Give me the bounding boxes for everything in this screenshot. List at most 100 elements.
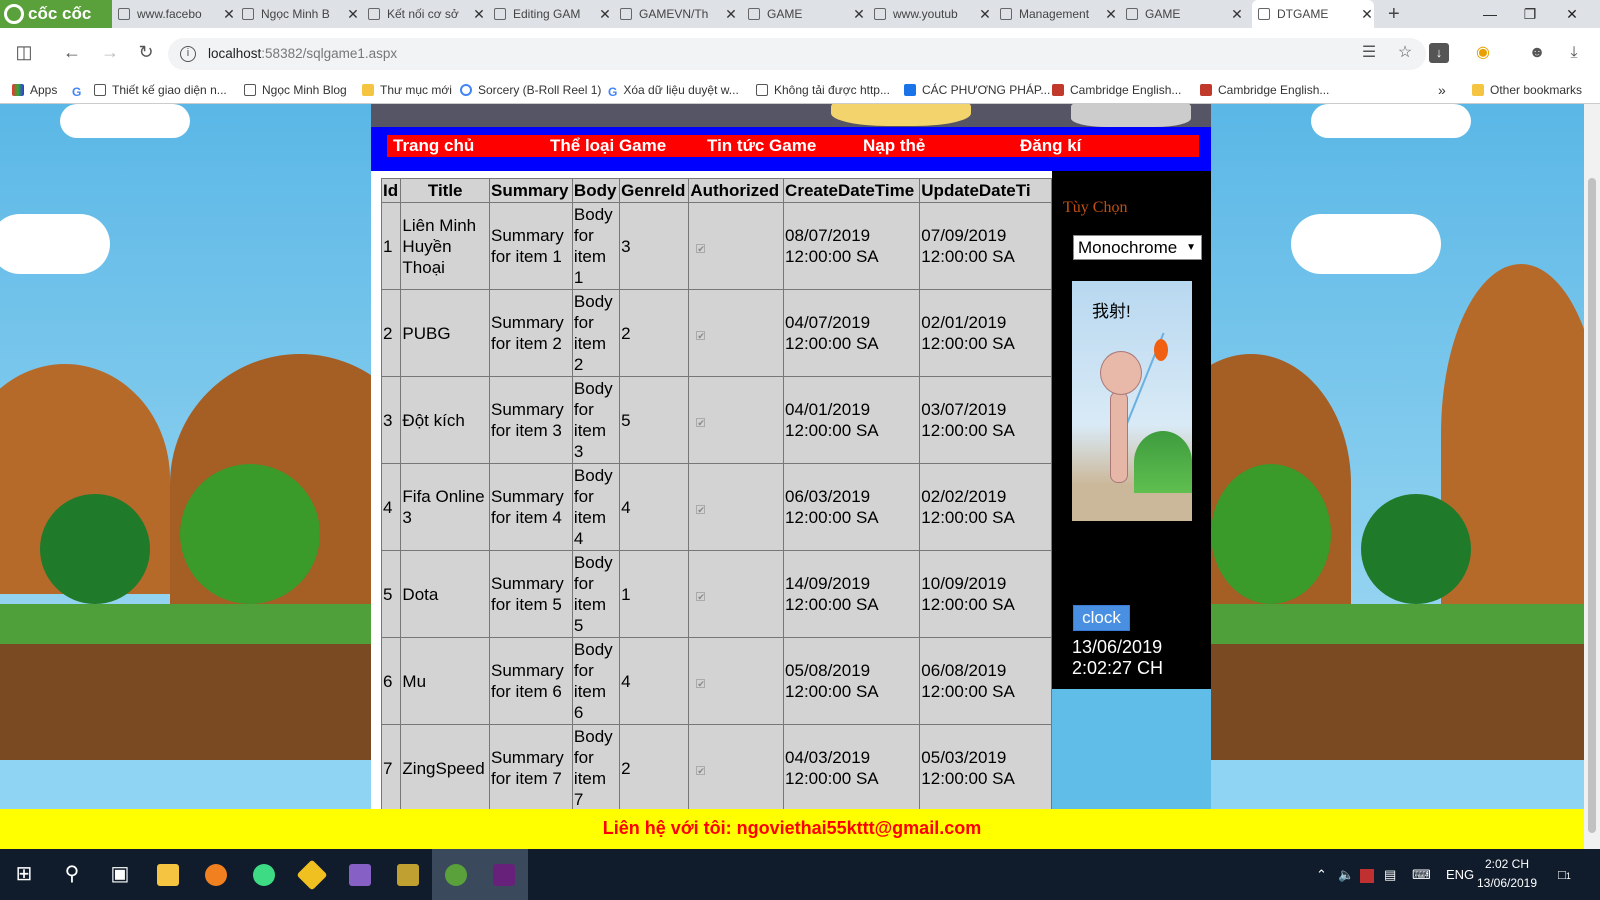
bookmark-3[interactable]: Ngọc Minh Blog — [244, 76, 347, 104]
scrollbar-thumb[interactable] — [1588, 178, 1596, 833]
sidebar-toggle-icon[interactable]: ◫ — [14, 42, 34, 62]
site-info-icon[interactable]: i — [180, 46, 196, 62]
vertical-scrollbar[interactable] — [1584, 104, 1600, 849]
col-header-authorized[interactable]: Authorized — [688, 178, 785, 203]
bookmark-6[interactable]: G Xóa dữ liệu duyệt w... — [608, 76, 739, 104]
url-host: localhost — [208, 46, 262, 61]
bookmark-2[interactable]: Thiết kế giao diện n... — [94, 76, 227, 104]
cell-genreid: 1 — [619, 550, 690, 638]
start-windows-icon[interactable]: ⊞ — [0, 849, 48, 900]
tab-2[interactable]: Ngọc Minh B ✕ — [242, 0, 360, 28]
cell-created: 14/09/2019 12:00:00 SA — [783, 550, 921, 638]
bookmark-label: CÁC PHƯƠNG PHÁP... — [922, 83, 1051, 97]
page-icon — [1000, 8, 1012, 20]
coccoc-taskbar-icon[interactable] — [432, 849, 480, 900]
close-tab-icon[interactable]: ✕ — [1360, 0, 1374, 28]
menu-register[interactable]: Đăng kí — [1020, 135, 1081, 157]
menu-home[interactable]: Trang chủ — [393, 135, 474, 157]
close-tab-icon[interactable]: ✕ — [598, 0, 612, 28]
close-tab-icon[interactable]: ✕ — [1104, 0, 1118, 28]
visual-studio-icon[interactable] — [336, 849, 384, 900]
col-header-id[interactable]: Id — [380, 178, 402, 203]
bookmarks-overflow-button[interactable]: » — [1438, 76, 1446, 104]
forward-icon[interactable]: → — [100, 42, 120, 62]
minimize-icon[interactable]: — — [1470, 0, 1510, 28]
tab-6[interactable]: GAME ✕ — [748, 0, 866, 28]
file-explorer-icon[interactable] — [144, 849, 192, 900]
download-tray-icon[interactable]: ⤓ — [1562, 41, 1586, 65]
tab-7[interactable]: www.youtub ✕ — [874, 0, 992, 28]
close-tab-icon[interactable]: ✕ — [472, 0, 486, 28]
notification-icon[interactable]: □1 — [1558, 849, 1571, 900]
volume-icon[interactable]: 🔈 — [1338, 849, 1354, 900]
bookmark-7[interactable]: Không tải được http... — [756, 76, 890, 104]
col-header-title[interactable]: Title — [400, 178, 490, 203]
bookmark-folder[interactable]: Thư mục mới — [362, 76, 452, 104]
tab-4[interactable]: Editing GAM ✕ — [494, 0, 612, 28]
games-grid: Id Title Summary Body GenreId Authorized… — [380, 178, 1052, 812]
extension-icon[interactable]: ◉ — [1471, 41, 1495, 65]
task-view-icon[interactable]: ▣ — [96, 849, 144, 900]
keyboard-icon[interactable]: ⌨ — [1412, 849, 1431, 900]
back-icon[interactable]: ← — [62, 42, 82, 62]
search-icon[interactable]: ⚲ — [48, 849, 96, 900]
bookmark-google[interactable]: G — [72, 76, 87, 104]
reload-icon[interactable]: ↻ — [136, 42, 156, 62]
menu-game-news[interactable]: Tin tức Game — [707, 135, 816, 157]
close-tab-icon[interactable]: ✕ — [222, 0, 236, 28]
bookmark-star-icon[interactable]: ☆ — [1393, 41, 1417, 65]
bookmark-8[interactable]: CÁC PHƯƠNG PHÁP... — [904, 76, 1050, 104]
network-icon[interactable]: ▤ — [1384, 849, 1396, 900]
close-window-icon[interactable]: ✕ — [1552, 0, 1592, 28]
cambridge-icon — [1052, 84, 1064, 96]
system-clock[interactable]: 2:02 CH 13/06/2019 — [1468, 855, 1546, 893]
close-tab-icon[interactable]: ✕ — [1230, 0, 1244, 28]
visual-studio-active-icon[interactable] — [480, 849, 528, 900]
col-header-createdatetime[interactable]: CreateDateTime — [783, 178, 921, 203]
show-hidden-icons[interactable]: ⌃ — [1316, 849, 1327, 900]
other-bookmarks[interactable]: Other bookmarks — [1472, 76, 1582, 104]
menu-top-up[interactable]: Nạp thẻ — [863, 135, 925, 157]
url-text[interactable]: localhost:58382/sqlgame1.aspx — [208, 38, 397, 70]
new-tab-button[interactable]: + — [1388, 0, 1408, 28]
bookmark-apps[interactable]: Apps — [12, 76, 57, 104]
tab-8[interactable]: Management ✕ — [1000, 0, 1118, 28]
tab-9[interactable]: GAME ✕ — [1126, 0, 1244, 28]
browser-logo[interactable]: cốc cốc — [0, 0, 112, 28]
col-header-summary[interactable]: Summary — [488, 178, 573, 203]
tab-10-active[interactable]: DTGAME ✕ — [1252, 0, 1374, 28]
tools-icon[interactable] — [384, 849, 432, 900]
blue-square-icon — [904, 84, 916, 96]
git-icon[interactable] — [288, 849, 336, 900]
bookmark-10[interactable]: Cambridge English... — [1200, 76, 1329, 104]
col-header-body[interactable]: Body — [571, 178, 621, 203]
page-icon — [244, 84, 256, 96]
authorized-checkbox: ✔ — [696, 591, 706, 602]
theme-select[interactable]: Monochrome ▼ — [1073, 235, 1202, 260]
edge-icon[interactable] — [192, 849, 240, 900]
cell-updated: 02/01/2019 12:00:00 SA — [919, 289, 1052, 377]
profile-icon[interactable]: ☻ — [1525, 41, 1549, 65]
close-tab-icon[interactable]: ✕ — [346, 0, 360, 28]
bookmark-label: Thiết kế giao diện n... — [112, 83, 227, 97]
close-tab-icon[interactable]: ✕ — [978, 0, 992, 28]
bookmark-9[interactable]: Cambridge English... — [1052, 76, 1181, 104]
content-area: Id Title Summary Body GenreId Authorized… — [371, 171, 1052, 815]
bookmark-5[interactable]: Sorcery (B-Roll Reel 1) — [460, 76, 601, 104]
download-icon[interactable]: ↓ — [1429, 43, 1449, 63]
tab-1[interactable]: www.facebo ✕ — [118, 0, 236, 28]
tab-3[interactable]: Kết nối cơ sở ✕ — [368, 0, 486, 28]
clock-button[interactable]: clock — [1073, 605, 1130, 631]
restore-icon[interactable]: ❐ — [1510, 0, 1550, 28]
android-studio-icon[interactable] — [240, 849, 288, 900]
close-tab-icon[interactable]: ✕ — [724, 0, 738, 28]
bookmark-label: Thư mục mới — [380, 83, 452, 97]
menu-game-genres[interactable]: Thể loại Game — [550, 135, 666, 157]
translate-icon[interactable]: ☰ — [1357, 41, 1381, 65]
antivirus-icon[interactable] — [1360, 849, 1374, 900]
col-header-genreid[interactable]: GenreId — [619, 178, 690, 203]
col-header-updatedatetime[interactable]: UpdateDateTi — [919, 178, 1052, 203]
address-bar[interactable]: i localhost:58382/sqlgame1.aspx — [168, 38, 1426, 70]
close-tab-icon[interactable]: ✕ — [852, 0, 866, 28]
tab-5[interactable]: GAMEVN/Th ✕ — [620, 0, 738, 28]
